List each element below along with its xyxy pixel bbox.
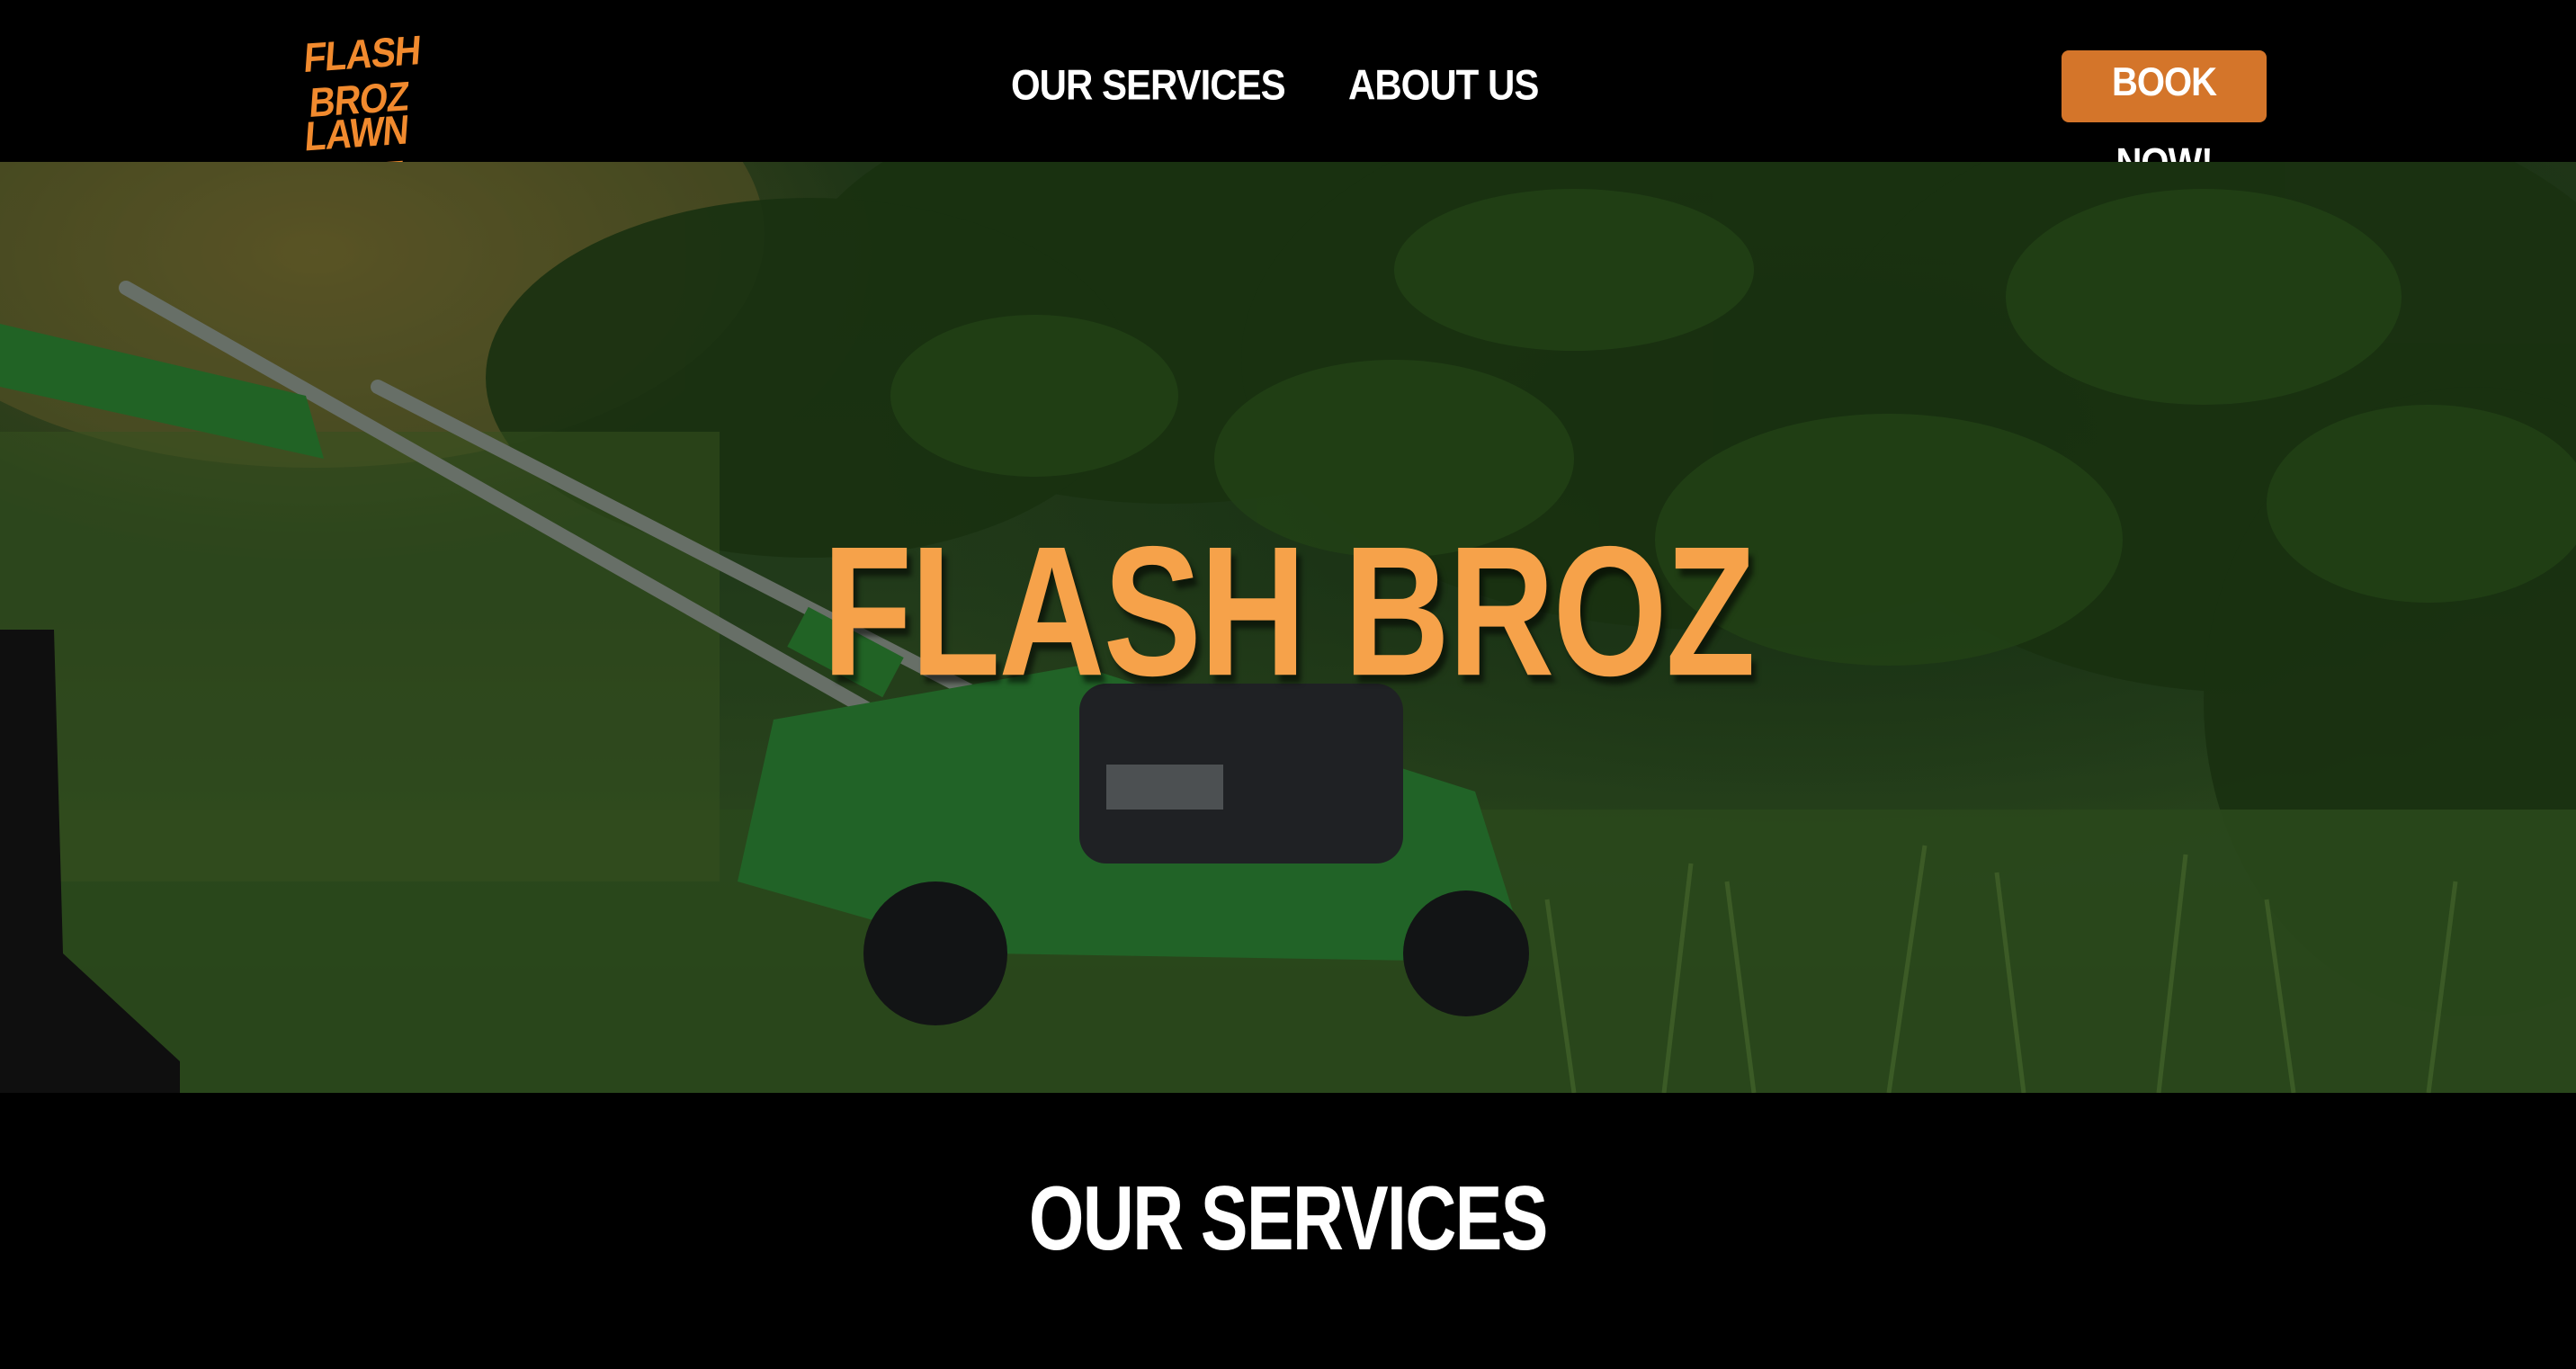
services-heading-text: OUR SERVICES xyxy=(1029,1168,1549,1270)
hero-title-text: FLASH BROZ xyxy=(822,508,1755,715)
nav-link-about-us[interactable]: ABOUT US xyxy=(1348,60,1539,111)
hero-banner: FLASH BROZ xyxy=(0,162,2576,1093)
site-header: FLASH BROZ LAWN CARE OUR SERVICES ABOUT … xyxy=(0,0,2576,205)
services-heading: OUR SERVICES xyxy=(0,1169,2576,1268)
services-section: OUR SERVICES xyxy=(0,1093,2576,1369)
book-now-button[interactable]: BOOK NOW! xyxy=(2062,50,2267,184)
nav-link-our-services[interactable]: OUR SERVICES xyxy=(1011,60,1286,111)
hero-title: FLASH BROZ xyxy=(0,514,2576,709)
